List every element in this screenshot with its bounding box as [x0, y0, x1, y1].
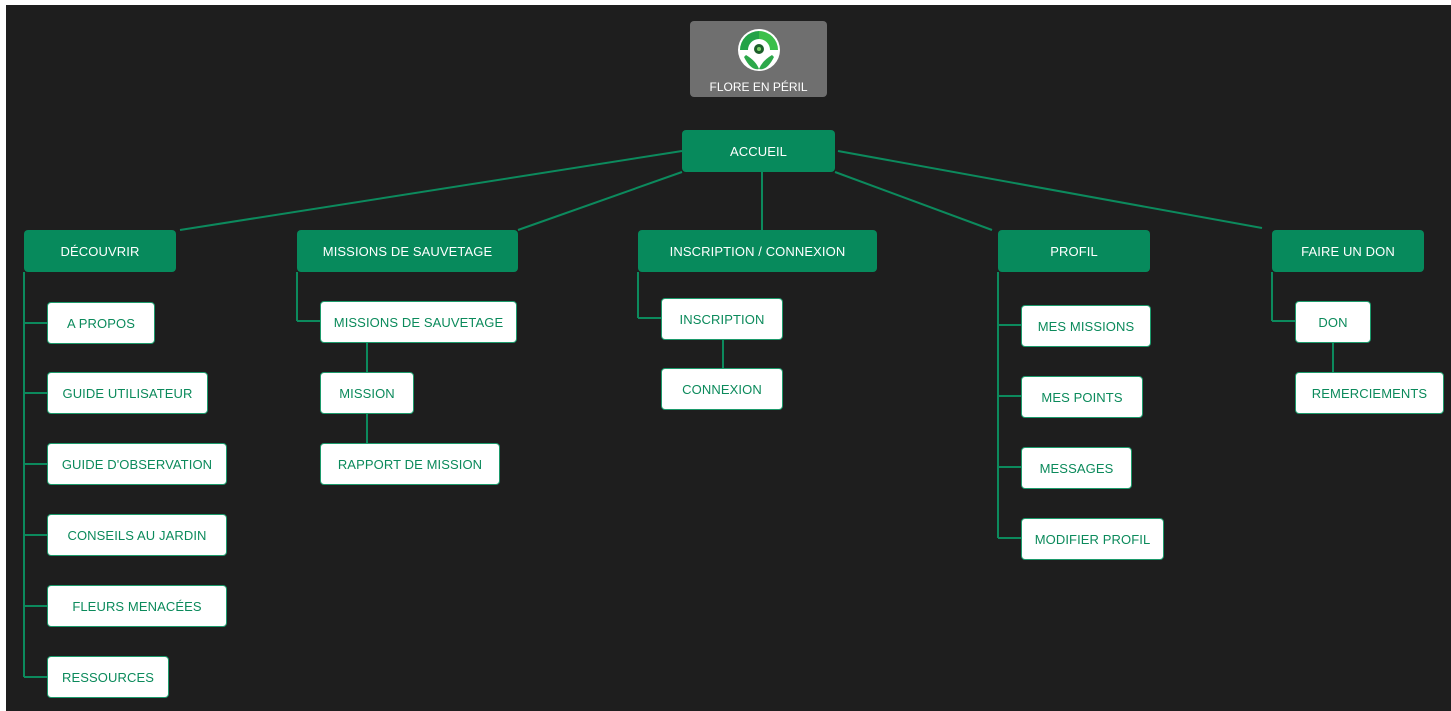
- node-guide-utilisateur[interactable]: GUIDE UTILISATEUR: [47, 372, 208, 414]
- node-messages[interactable]: MESSAGES: [1021, 447, 1132, 489]
- node-ressources[interactable]: RESSOURCES: [47, 656, 169, 698]
- node-decouvrir[interactable]: DÉCOUVRIR: [24, 230, 176, 272]
- node-don[interactable]: DON: [1295, 301, 1371, 343]
- node-missions-de-sauvetage-page[interactable]: MISSIONS DE SAUVETAGE: [320, 301, 517, 343]
- logo-text: FLORE EN PÉRIL: [709, 80, 808, 94]
- node-mission[interactable]: MISSION: [320, 372, 414, 414]
- node-conseils-au-jardin[interactable]: CONSEILS AU JARDIN: [47, 514, 227, 556]
- node-inscription-connexion[interactable]: INSCRIPTION / CONNEXION: [638, 230, 877, 272]
- node-inscription[interactable]: INSCRIPTION: [661, 298, 783, 340]
- node-guide-observation[interactable]: GUIDE D'OBSERVATION: [47, 443, 227, 485]
- node-modifier-profil[interactable]: MODIFIER PROFIL: [1021, 518, 1164, 560]
- node-rapport-de-mission[interactable]: RAPPORT DE MISSION: [320, 443, 500, 485]
- node-fleurs-menacees[interactable]: FLEURS MENACÉES: [47, 585, 227, 627]
- node-profil[interactable]: PROFIL: [998, 230, 1150, 272]
- node-missions-de-sauvetage[interactable]: MISSIONS DE SAUVETAGE: [297, 230, 518, 272]
- node-mes-points[interactable]: MES POINTS: [1021, 376, 1143, 418]
- flower-logo-icon: [738, 29, 780, 71]
- node-remerciements[interactable]: REMERCIEMENTS: [1295, 372, 1444, 414]
- node-connexion[interactable]: CONNEXION: [661, 368, 783, 410]
- node-faire-un-don[interactable]: FAIRE UN DON: [1272, 230, 1424, 272]
- node-accueil[interactable]: ACCUEIL: [682, 130, 835, 172]
- node-mes-missions[interactable]: MES MISSIONS: [1021, 305, 1151, 347]
- node-a-propos[interactable]: A PROPOS: [47, 302, 155, 344]
